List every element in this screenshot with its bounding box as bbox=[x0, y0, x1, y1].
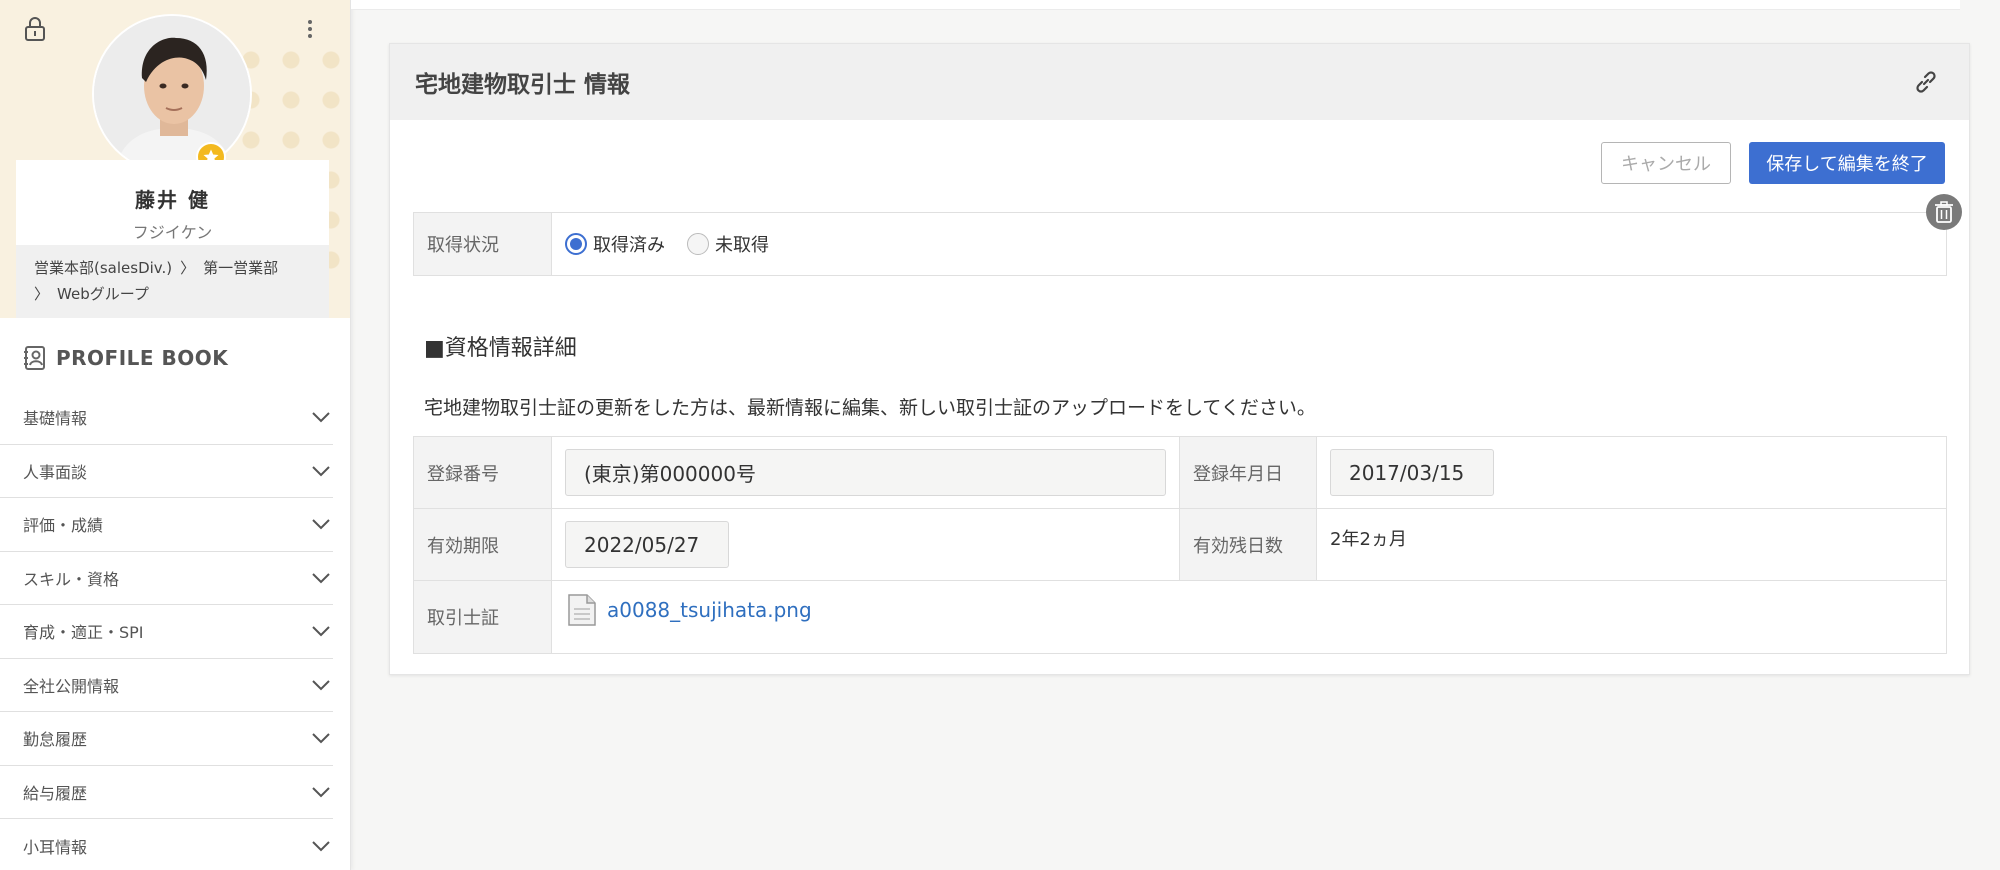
dept-section: 第一営業部 bbox=[203, 259, 279, 277]
remaining-label: 有効残日数 bbox=[1179, 509, 1317, 580]
menu-item-training[interactable]: 育成・適正・SPI bbox=[0, 605, 333, 659]
chevron-down-icon bbox=[312, 519, 330, 530]
status-row: 取得状況 取得済み 未取得 bbox=[413, 212, 1947, 276]
profile-name-card: 藤井 健 フジイケン bbox=[16, 160, 329, 245]
menu-item-skills[interactable]: スキル・資格 bbox=[0, 552, 333, 605]
reg-date-label: 登録年月日 bbox=[1179, 437, 1317, 508]
profile-book-title: PROFILE BOOK bbox=[22, 345, 228, 371]
cancel-button[interactable]: キャンセル bbox=[1601, 142, 1731, 184]
license-card: 宅地建物取引士 情報 キャンセル 保存して編集を終了 取得状況 取得済み 未取得… bbox=[389, 43, 1970, 675]
chevron-down-icon bbox=[312, 626, 330, 637]
cert-file-name: a0088_tsujihata.png bbox=[607, 598, 812, 622]
radio-checked-icon bbox=[565, 233, 587, 255]
table-row: 登録番号 (東京)第000000号 登録年月日 2017/03/15 bbox=[414, 437, 1946, 509]
chevron-down-icon bbox=[312, 787, 330, 798]
more-vertical-icon[interactable] bbox=[295, 14, 325, 44]
status-label: 取得状況 bbox=[414, 213, 552, 275]
section-title: ■資格情報詳細 bbox=[424, 336, 577, 361]
save-and-finish-button[interactable]: 保存して編集を終了 bbox=[1749, 142, 1945, 184]
update-note: 宅地建物取引士証の更新をした方は、最新情報に編集、新しい取引士証のアップロードを… bbox=[424, 397, 1316, 419]
menu-item-notes[interactable]: 小耳情報 bbox=[0, 819, 333, 870]
chevron-right-icon: 〉 bbox=[180, 259, 196, 277]
cert-label: 取引士証 bbox=[414, 581, 552, 653]
menu-item-attendance[interactable]: 勤怠履歴 bbox=[0, 712, 333, 766]
reg-no-input[interactable]: (東京)第000000号 bbox=[565, 449, 1166, 496]
menu-item-salary[interactable]: 給与履歴 bbox=[0, 766, 333, 819]
top-bar bbox=[351, 0, 1960, 10]
chevron-right-icon: 〉 bbox=[34, 285, 50, 303]
profile-book-label: PROFILE BOOK bbox=[56, 346, 229, 370]
menu-item-basic-info[interactable]: 基礎情報 bbox=[0, 391, 333, 445]
profile-kana: フジイケン bbox=[132, 223, 213, 242]
reg-date-input[interactable]: 2017/03/15 bbox=[1330, 449, 1494, 496]
table-row: 有効期限 2022/05/27 有効残日数 2年2ヵ月 bbox=[414, 509, 1946, 581]
table-row: 取引士証 a0088_tsujihata.png bbox=[414, 581, 1946, 653]
action-bar: キャンセル 保存して編集を終了 bbox=[1601, 142, 1945, 184]
lock-icon[interactable] bbox=[20, 14, 50, 44]
remaining-value: 2年2ヵ月 bbox=[1330, 529, 1407, 550]
trash-icon[interactable] bbox=[1926, 194, 1962, 230]
card-title: 宅地建物取引士 情報 bbox=[415, 72, 631, 98]
chevron-down-icon bbox=[312, 841, 330, 852]
expiry-label: 有効期限 bbox=[414, 509, 552, 580]
profile-book-icon bbox=[24, 346, 45, 370]
file-icon bbox=[568, 594, 596, 626]
department-breadcrumb: 営業本部(salesDiv.) 〉第一営業部 〉 Webグループ bbox=[16, 245, 329, 318]
avatar bbox=[92, 14, 252, 174]
dept-group: Webグループ bbox=[57, 285, 149, 303]
profile-name: 藤井 健 bbox=[135, 188, 210, 212]
reg-no-label: 登録番号 bbox=[414, 437, 552, 508]
menu-item-hr-interview[interactable]: 人事面談 bbox=[0, 445, 333, 498]
menu-item-evaluation[interactable]: 評価・成績 bbox=[0, 498, 333, 552]
detail-table: 登録番号 (東京)第000000号 登録年月日 2017/03/15 有効期限 … bbox=[413, 436, 1947, 654]
chevron-down-icon bbox=[312, 466, 330, 477]
status-options: 取得済み 未取得 bbox=[552, 213, 804, 275]
chevron-down-icon bbox=[312, 733, 330, 744]
chevron-down-icon bbox=[312, 573, 330, 584]
link-icon[interactable] bbox=[1908, 64, 1944, 100]
menu-item-public-info[interactable]: 全社公開情報 bbox=[0, 659, 333, 712]
radio-acquired[interactable]: 取得済み bbox=[565, 231, 665, 257]
chevron-down-icon bbox=[312, 412, 330, 423]
profile-header: 藤井 健 フジイケン 営業本部(salesDiv.) 〉第一営業部 〉 Webグルー… bbox=[0, 0, 350, 318]
card-header: 宅地建物取引士 情報 bbox=[390, 44, 1969, 120]
cert-file-link[interactable]: a0088_tsujihata.png bbox=[565, 593, 812, 627]
expiry-input[interactable]: 2022/05/27 bbox=[565, 521, 729, 568]
profile-menu: 基礎情報 人事面談 評価・成績 スキル・資格 育成・適正・SPI 全社公開情報 … bbox=[0, 391, 333, 870]
radio-unchecked-icon bbox=[687, 233, 709, 255]
radio-not-acquired[interactable]: 未取得 bbox=[687, 231, 769, 257]
chevron-down-icon bbox=[312, 680, 330, 691]
sidebar: 藤井 健 フジイケン 営業本部(salesDiv.) 〉第一営業部 〉 Webグルー… bbox=[0, 0, 351, 870]
dept-division: 営業本部(salesDiv.) bbox=[34, 259, 173, 277]
